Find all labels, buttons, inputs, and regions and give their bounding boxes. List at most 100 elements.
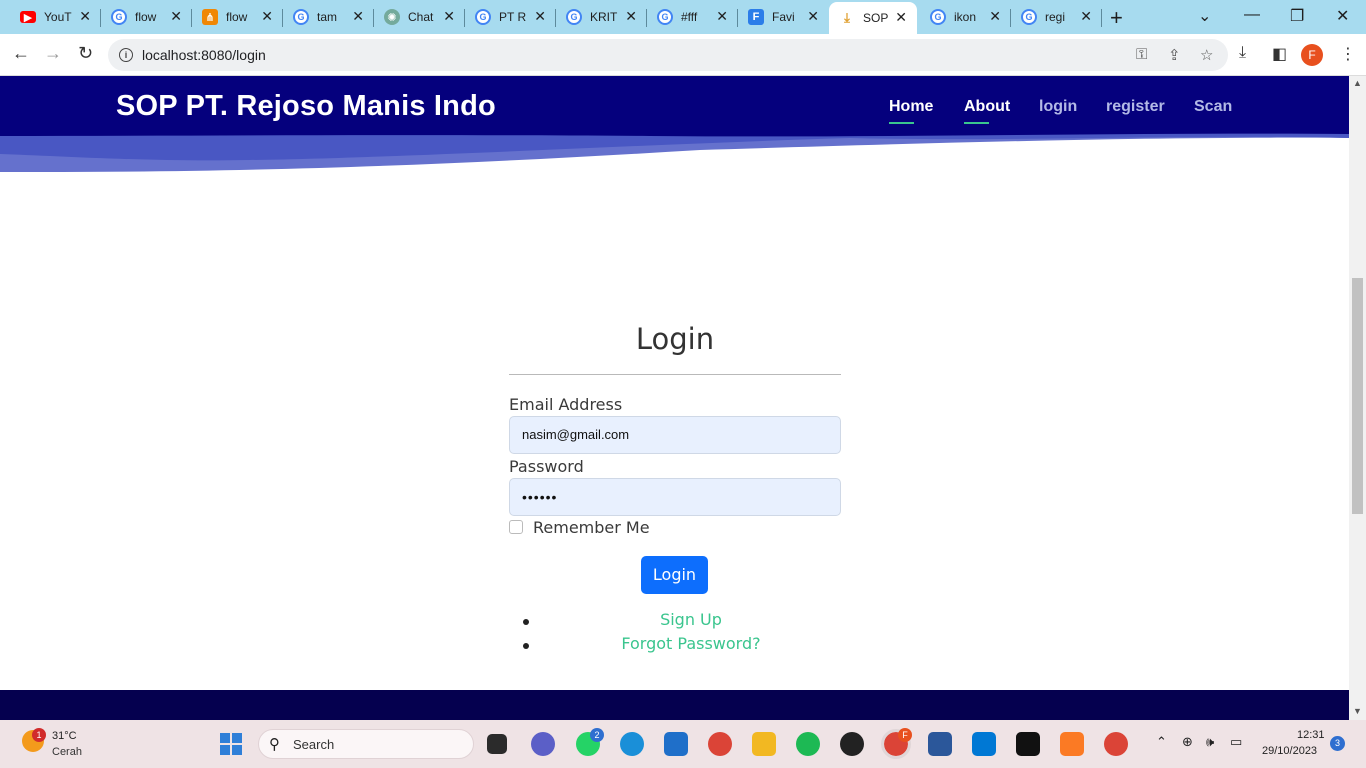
spotify-icon[interactable] (796, 732, 820, 756)
nav-active-underline (889, 122, 914, 124)
weather-temperature[interactable]: 31°C (52, 730, 77, 742)
task-view-icon[interactable] (487, 734, 507, 754)
download-spinner-icon: ⤓ (844, 10, 850, 25)
password-label: Password (509, 457, 584, 476)
close-icon[interactable]: ✕ (807, 8, 819, 25)
close-icon[interactable]: ✕ (989, 8, 1001, 25)
window-close-icon[interactable]: ✕ (1336, 6, 1349, 26)
tab-label: PT R (499, 10, 527, 24)
nav-home[interactable]: Home (889, 98, 933, 124)
battery-icon[interactable]: ▭ (1230, 734, 1242, 750)
tab-drawio-flow[interactable]: ⋔ flow ✕ (192, 4, 283, 30)
email-field[interactable]: nasim@gmail.com (509, 416, 841, 454)
nav-label: Scan (1194, 98, 1233, 115)
chrome-secondary-icon[interactable] (1104, 732, 1128, 756)
nav-register[interactable]: register (1106, 98, 1165, 116)
menu-kebab-icon[interactable]: ⋮ (1340, 44, 1356, 64)
site-title[interactable]: SOP PT. Rejoso Manis Indo (116, 90, 496, 123)
tray-chevron-up-icon[interactable]: ⌃ (1156, 734, 1167, 750)
file-explorer-icon[interactable] (752, 732, 776, 756)
browser-toolbar: ← → ↻ i localhost:8080/login ⚿ ⇪ ☆ ⤓ ◧ F… (0, 34, 1366, 76)
microsoft-store-icon[interactable] (664, 732, 688, 756)
notification-badge[interactable]: 3 (1330, 736, 1345, 751)
terminal-icon[interactable] (1016, 732, 1040, 756)
share-icon[interactable]: ⇪ (1168, 46, 1181, 64)
tab-google-fff[interactable]: G #fff ✕ (647, 4, 738, 30)
page-viewport: SOP PT. Rejoso Manis Indo Home About log… (0, 76, 1349, 720)
windows-taskbar: 1 31°C Cerah ⚲ Search 2 F ⌃ ⊕ 🕪 ▭ 12:31 … (0, 720, 1366, 768)
tab-sop-active[interactable]: ⤓ SOP ✕ (829, 2, 917, 34)
download-icon[interactable]: ⤓ (1239, 44, 1246, 62)
minimize-icon[interactable]: — (1244, 6, 1260, 24)
new-tab-plus-icon[interactable]: + (1110, 5, 1123, 31)
tab-youtube[interactable]: ▶ YouT ✕ (10, 4, 101, 30)
vscode-icon[interactable] (972, 732, 996, 756)
tab-search-chevron-icon[interactable]: ⌄ (1198, 6, 1211, 26)
scroll-up-arrow-icon[interactable]: ▲ (1353, 78, 1362, 88)
close-icon[interactable]: ✕ (443, 8, 455, 25)
nav-scan[interactable]: Scan (1194, 98, 1232, 116)
tab-label: SOP (863, 11, 889, 25)
language-globe-icon[interactable]: ⊕ (1182, 734, 1193, 750)
tab-label: tam (317, 10, 338, 24)
login-button[interactable]: Login (641, 556, 708, 594)
email-label: Email Address (509, 395, 623, 414)
nav-about[interactable]: About (964, 98, 1010, 124)
password-key-icon[interactable]: ⚿ (1136, 46, 1147, 63)
url-text[interactable]: localhost:8080/login (142, 47, 266, 63)
tab-label: Favi (772, 10, 795, 24)
close-icon[interactable]: ✕ (170, 8, 182, 25)
tab-google-ptr[interactable]: G PT R ✕ (465, 4, 556, 30)
tab-google-krit[interactable]: G KRIT ✕ (556, 4, 647, 30)
address-bar[interactable]: i localhost:8080/login ⚿ ⇪ ☆ (108, 39, 1228, 71)
close-icon[interactable]: ✕ (895, 9, 907, 26)
volume-icon[interactable]: 🕪 (1206, 734, 1214, 750)
google-icon: G (930, 9, 946, 25)
close-icon[interactable]: ✕ (79, 8, 91, 25)
back-arrow-icon[interactable]: ← (12, 43, 30, 64)
tab-label: regi (1045, 10, 1066, 24)
close-icon[interactable]: ✕ (352, 8, 364, 25)
forward-arrow-icon[interactable]: → (44, 43, 62, 64)
chrome-profile-badge: F (898, 728, 912, 742)
close-icon[interactable]: ✕ (534, 8, 546, 25)
close-icon[interactable]: ✕ (625, 8, 637, 25)
word-icon[interactable] (928, 732, 952, 756)
edge-icon[interactable] (620, 732, 644, 756)
reload-icon[interactable]: ↻ (78, 43, 93, 64)
google-icon: G (566, 9, 582, 25)
remember-me-checkbox[interactable] (509, 520, 523, 534)
weather-condition[interactable]: Cerah (52, 746, 82, 758)
tab-google-tam[interactable]: G tam ✕ (283, 4, 374, 30)
bookmark-star-icon[interactable]: ☆ (1200, 46, 1213, 64)
teams-chat-icon[interactable] (531, 732, 555, 756)
tab-google-flow[interactable]: G flow ✕ (101, 4, 192, 30)
tab-favicon[interactable]: F Favi ✕ (738, 4, 829, 30)
nav-login[interactable]: login (1039, 98, 1077, 116)
profile-avatar[interactable]: F (1301, 44, 1323, 66)
scroll-down-arrow-icon[interactable]: ▼ (1353, 706, 1362, 716)
side-panel-icon[interactable]: ◧ (1272, 44, 1287, 64)
scrollbar-thumb[interactable] (1352, 278, 1363, 514)
clock-date[interactable]: 29/10/2023 (1262, 745, 1317, 757)
sign-up-link[interactable]: Sign Up (537, 610, 845, 629)
close-icon[interactable]: ✕ (261, 8, 273, 25)
wamp-icon[interactable] (840, 732, 864, 756)
close-icon[interactable]: ✕ (1080, 8, 1092, 25)
close-icon[interactable]: ✕ (716, 8, 728, 25)
tab-chatgpt[interactable]: ✺ Chat ✕ (374, 4, 465, 30)
site-info-icon[interactable]: i (119, 48, 133, 62)
clock-time[interactable]: 12:31 (1297, 729, 1325, 741)
password-field[interactable]: •••••• (509, 478, 841, 516)
xampp-icon[interactable] (1060, 732, 1084, 756)
auth-links-list: Sign Up Forgot Password? (509, 610, 873, 658)
chrome-icon[interactable] (708, 732, 732, 756)
remember-me-label[interactable]: Remember Me (533, 518, 650, 537)
start-windows-icon[interactable] (220, 733, 242, 755)
forgot-password-link[interactable]: Forgot Password? (537, 634, 845, 653)
taskbar-search[interactable]: ⚲ Search (258, 729, 474, 759)
page-scrollbar[interactable]: ▲ ▼ (1349, 76, 1366, 720)
tab-google-regi[interactable]: G regi ✕ (1011, 4, 1102, 30)
tab-google-ikon[interactable]: G ikon ✕ (920, 4, 1011, 30)
restore-icon[interactable]: ❐ (1290, 6, 1304, 26)
